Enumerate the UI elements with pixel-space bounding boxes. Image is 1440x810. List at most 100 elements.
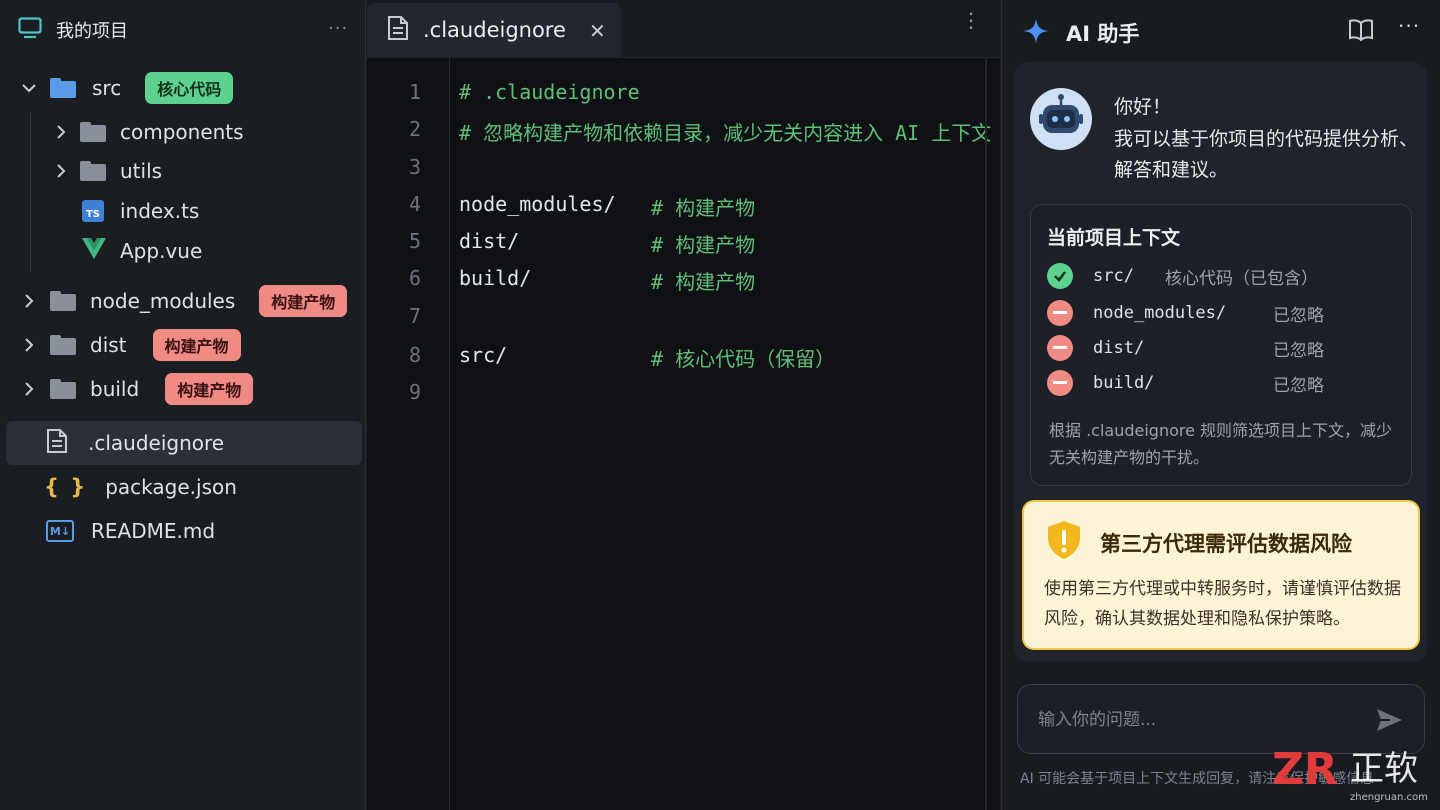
context-status: 已忽略 <box>1273 340 1324 361</box>
tree-item-label: build <box>90 377 140 401</box>
bot-avatar-icon <box>1030 88 1092 150</box>
ai-assistant-panel: AI 助手 ··· 你好！ 我可以基于你项目的代码提供分析、 解答和建议。 当前… <box>1001 0 1440 810</box>
status-badge: 构建产物 <box>259 285 348 317</box>
status-badge: 核心代码 <box>145 72 234 104</box>
context-path: node_modules/ <box>1093 303 1227 323</box>
tree-indent-guide <box>30 112 31 272</box>
document-icon <box>387 15 409 45</box>
explorer-header: 我的项目 ··· <box>0 0 365 60</box>
code-comment: # 构建产物 <box>651 270 756 294</box>
status-badge: 构建产物 <box>165 373 254 405</box>
context-item: build/ 已忽略 <box>1047 370 1397 396</box>
warning-body: 使用第三方代理或中转服务时，请谨慎评估数据风险，确认其数据处理和隐私保护策略。 <box>1044 579 1401 629</box>
code-comment: # 核心代码（保留） <box>651 347 836 371</box>
context-note: 根据 .claudeignore 规则筛选项目上下文，减少无关构建产物的干扰。 <box>1049 421 1393 467</box>
book-icon[interactable] <box>1348 18 1374 46</box>
tree-item-label: dist <box>90 333 127 357</box>
tree-item-app-vue[interactable]: App.vue <box>82 231 202 271</box>
chevron-right-icon[interactable] <box>52 162 70 180</box>
context-item: dist/ 已忽略 <box>1047 335 1397 361</box>
ai-title: AI 助手 <box>1066 22 1140 46</box>
monitor-icon <box>18 17 42 43</box>
code-area[interactable]: 1 # .claudeignore 2 # 忽略构建产物和依赖目录，减少无关内容… <box>367 58 1000 810</box>
tree-item-build[interactable]: build 构建产物 <box>20 369 254 409</box>
line-number: 9 <box>408 380 421 404</box>
more-options-icon[interactable]: ··· <box>1398 14 1420 38</box>
tree-item-package-json[interactable]: { } package.json <box>44 467 237 507</box>
markdown-icon: M↓ <box>46 520 74 542</box>
watermark-logo: ZR 正软 zhengruan.com <box>1270 740 1440 810</box>
code-comment: # .claudeignore <box>459 80 640 104</box>
context-status: 核心代码（已包含） <box>1165 268 1318 289</box>
folder-icon <box>50 335 76 355</box>
folder-icon <box>50 379 76 399</box>
code-text: build/ <box>459 266 532 290</box>
typescript-icon: TS <box>82 200 104 222</box>
code-comment: # 构建产物 <box>651 196 756 220</box>
tree-item-label: App.vue <box>120 239 203 263</box>
minus-circle-icon <box>1047 335 1073 361</box>
line-number: 7 <box>408 304 421 328</box>
line-number: 5 <box>408 229 421 253</box>
tree-item-label: utils <box>120 159 163 183</box>
tree-item-components[interactable]: components <box>52 112 244 152</box>
code-text: dist/ <box>459 229 520 253</box>
editor-scrollbar[interactable] <box>985 58 987 810</box>
tree-item-label: .claudeignore <box>88 431 225 455</box>
code-text: src/ <box>459 343 508 367</box>
code-comment: # 构建产物 <box>651 233 756 257</box>
line-number: 4 <box>408 192 421 216</box>
minus-circle-icon <box>1047 300 1073 326</box>
shield-warning-icon <box>1046 520 1082 564</box>
status-badge: 构建产物 <box>152 329 241 361</box>
svg-text:zhengruan.com: zhengruan.com <box>1350 792 1428 803</box>
folder-icon <box>80 161 106 181</box>
document-icon <box>46 428 68 459</box>
chevron-right-icon[interactable] <box>52 123 70 141</box>
more-vertical-icon[interactable]: ⋮ <box>961 10 981 30</box>
code-editor: .claudeignore ✕ ⋮ 1 # .claudeignore 2 # … <box>367 0 1000 810</box>
greeting-line: 你好！ <box>1114 96 1172 118</box>
tab-label: .claudeignore <box>423 18 566 42</box>
tree-item-readme[interactable]: M↓ README.md <box>46 511 215 551</box>
svg-text:正软: 正软 <box>1350 749 1418 789</box>
chevron-down-icon[interactable] <box>20 79 38 97</box>
sparkle-icon <box>1022 17 1050 49</box>
question-input[interactable] <box>1038 705 1358 735</box>
tab-claudeignore[interactable]: .claudeignore ✕ <box>367 3 621 57</box>
svg-text:ZR: ZR <box>1272 744 1338 795</box>
close-icon[interactable]: ✕ <box>589 19 606 43</box>
context-title: 当前项目上下文 <box>1047 227 1181 249</box>
tree-item-label: src <box>92 76 122 100</box>
chevron-right-icon[interactable] <box>20 336 38 354</box>
tree-item-src[interactable]: src 核心代码 <box>20 68 234 108</box>
minus-circle-icon <box>1047 370 1073 396</box>
line-number: 8 <box>408 343 421 367</box>
tree-item-index-ts[interactable]: TS index.ts <box>82 191 199 231</box>
tree-item-label: README.md <box>91 519 216 543</box>
warning-title: 第三方代理需评估数据风险 <box>1100 532 1352 556</box>
project-context-box: 当前项目上下文 src/ 核心代码（已包含） node_modules/ 已忽略… <box>1030 204 1412 486</box>
context-item: src/ 核心代码（已包含） <box>1047 263 1397 289</box>
tree-item-utils[interactable]: utils <box>52 151 162 191</box>
tree-item-label: components <box>120 120 244 144</box>
context-item: node_modules/ 已忽略 <box>1047 300 1397 326</box>
editor-tabbar: .claudeignore ✕ ⋮ <box>367 0 1000 58</box>
folder-icon <box>50 78 76 98</box>
context-status: 已忽略 <box>1273 305 1324 326</box>
line-number: 3 <box>408 155 421 179</box>
tree-item-node-modules[interactable]: node_modules 构建产物 <box>20 281 348 321</box>
tree-item-dist[interactable]: dist 构建产物 <box>20 325 241 365</box>
ai-message-card: 你好！ 我可以基于你项目的代码提供分析、 解答和建议。 当前项目上下文 src/… <box>1014 62 1427 662</box>
tree-item-claudeignore[interactable]: .claudeignore <box>46 423 224 463</box>
explorer-title: 我的项目 <box>56 21 128 42</box>
context-status: 已忽略 <box>1273 375 1324 396</box>
context-path: build/ <box>1093 373 1155 393</box>
chevron-right-icon[interactable] <box>20 292 38 310</box>
code-comment: # 忽略构建产物和依赖目录，减少无关内容进入 AI 上下文 <box>459 121 992 145</box>
gutter-divider <box>449 58 450 810</box>
send-icon[interactable] <box>1374 705 1404 735</box>
tree-item-label: index.ts <box>120 199 200 223</box>
chevron-right-icon[interactable] <box>20 380 38 398</box>
more-options-icon[interactable]: ··· <box>328 18 348 39</box>
